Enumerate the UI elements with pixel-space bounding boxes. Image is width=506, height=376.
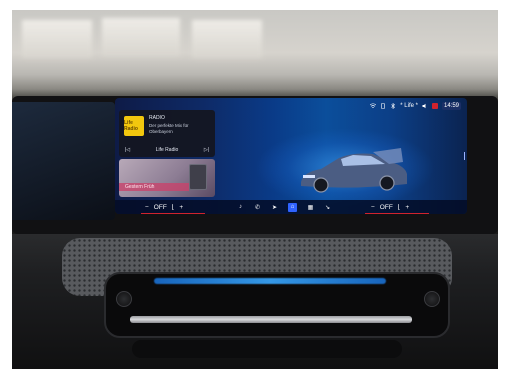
radio-station-logo: Life Radio (124, 116, 144, 136)
chrome-trim (130, 316, 412, 323)
home-icon[interactable]: ⌂ (288, 202, 297, 212)
climate-left-indicator (141, 212, 205, 214)
climate-right-indicator (365, 212, 429, 214)
climate-right: − OFF ⌊ + (365, 203, 429, 214)
seat-heat-icon[interactable]: ⌊ (172, 203, 175, 211)
vent-knob-left[interactable] (116, 291, 132, 307)
clock: 14:59 (441, 102, 461, 110)
radio-label: RADIO (149, 115, 165, 121)
car-dashboard-photo: * Life * 14:59 Life Radio RADIO Der perf… (12, 10, 498, 369)
status-bar: * Life * 14:59 (370, 102, 461, 110)
lower-vent (132, 340, 402, 358)
car-icon[interactable]: ↘ (324, 204, 331, 211)
garage-window (102, 18, 180, 56)
skip-forward-icon[interactable]: ▷| (204, 147, 209, 153)
bluetooth-icon (390, 102, 396, 110)
instrument-cluster (12, 102, 115, 220)
climate-right-minus[interactable]: − (371, 204, 375, 211)
skip-back-icon[interactable]: |◁ (125, 147, 130, 153)
climate-left-value: OFF (153, 203, 167, 211)
volume-icon (422, 103, 428, 109)
radio-station-line: Der perfekte Mix für Oberbayern (149, 123, 189, 134)
control-bar: − OFF ⌊ + ♪ ✆ ➤ ⌂ ▦ ↘ − OFF ⌊ + (115, 200, 467, 214)
radio-station-name: Life Radio (155, 146, 179, 153)
phone-icon (380, 103, 386, 109)
ambient-light-strip (154, 278, 386, 284)
navigation-icon[interactable]: ➤ (271, 204, 278, 211)
phone-icon[interactable]: ✆ (254, 204, 261, 211)
radio-controls: |◁ Life Radio ▷| (119, 145, 215, 154)
climate-left-plus[interactable]: + (179, 204, 183, 211)
garage-window (192, 20, 262, 58)
climate-right-plus[interactable]: + (405, 204, 409, 211)
climate-left-minus[interactable]: − (145, 204, 149, 211)
garage-window (22, 20, 92, 58)
vent-knob-right[interactable] (424, 291, 440, 307)
device-thumbnail (189, 164, 207, 190)
wifi-icon (370, 103, 377, 109)
notification-icon[interactable] (431, 103, 438, 109)
vehicle-3d-model[interactable] (293, 142, 413, 200)
media-widget[interactable]: Gestern Früh (119, 159, 215, 197)
seat-heat-icon[interactable]: ⌊ (398, 203, 401, 211)
climate-right-value: OFF (379, 203, 393, 211)
music-note-icon[interactable]: ♪ (237, 204, 244, 211)
media-widget-label: Gestern Früh (125, 184, 155, 190)
now-playing-indicator: * Life * (400, 103, 418, 109)
radio-widget[interactable]: Life Radio RADIO Der perfekte Mix für Ob… (119, 110, 215, 157)
nav-icons: ♪ ✆ ➤ ⌂ ▦ ↘ (237, 202, 331, 212)
scroll-indicator[interactable] (464, 152, 465, 160)
apps-icon[interactable]: ▦ (307, 204, 314, 211)
infotainment-display: * Life * 14:59 Life Radio RADIO Der perf… (115, 98, 467, 214)
climate-left: − OFF ⌊ + (141, 203, 205, 214)
